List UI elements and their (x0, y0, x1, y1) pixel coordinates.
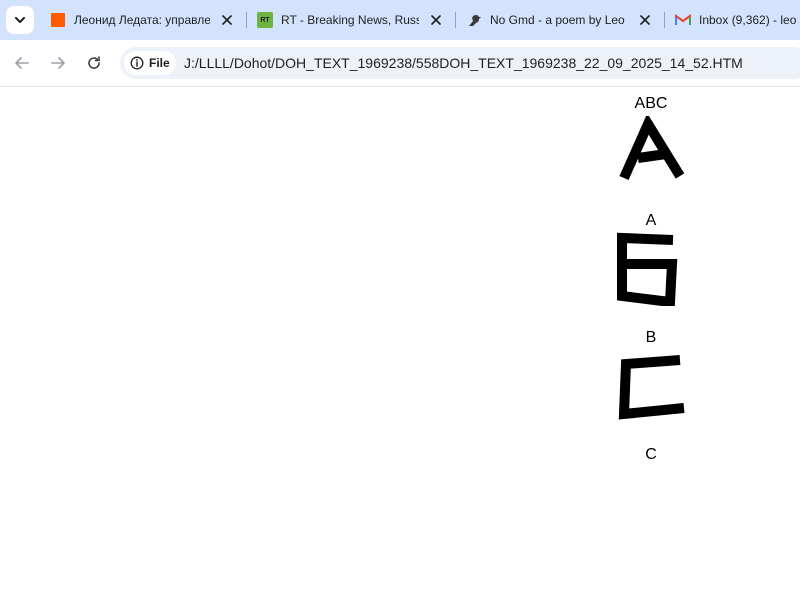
tab-title: No Gmd - a poem by Leo (490, 13, 625, 27)
glyph-label: A (645, 212, 657, 229)
tab-close-button[interactable] (428, 12, 444, 28)
forward-button[interactable] (46, 51, 70, 75)
reload-icon (88, 56, 100, 69)
rt-logo-icon: RT (257, 12, 273, 28)
tab-separator (455, 12, 456, 28)
gmail-icon (675, 12, 691, 28)
tab-inbox[interactable]: Inbox (9,362) - leo (675, 0, 800, 40)
tab-close-button[interactable] (219, 12, 235, 28)
orange-square-icon (50, 12, 66, 28)
tab-search-button[interactable] (6, 6, 34, 34)
tab-title: Леонид Ледата: управлен (74, 13, 210, 27)
tab-poem[interactable]: No Gmd - a poem by Leo (466, 0, 628, 40)
url-text[interactable]: J:/LLLL/Dohot/DOH_TEXT_1969238/558DOH_TE… (184, 55, 743, 71)
arrow-right-icon (51, 57, 65, 69)
arrow-left-icon (15, 57, 29, 69)
reload-button[interactable] (82, 51, 106, 75)
tab-title: Inbox (9,362) - leo (699, 13, 797, 27)
tab-separator (664, 12, 665, 28)
close-icon (431, 15, 441, 25)
chevron-down-icon (15, 17, 25, 23)
tab-title: RT - Breaking News, Russia (281, 13, 419, 27)
tab-strip: Леонид Ледата: управлен RT RT - Breaking… (0, 0, 800, 40)
info-icon (130, 56, 144, 70)
rt-logo-text: RT (260, 16, 270, 24)
glyph-label: C (645, 446, 657, 463)
glyph-b-image (617, 232, 678, 306)
crow-icon (466, 12, 482, 28)
site-info-label: File (149, 56, 170, 70)
tab-separator (246, 12, 247, 28)
tab-close-button[interactable] (637, 12, 653, 28)
glyph-label: B (645, 329, 657, 346)
tab-leonid[interactable]: Леонид Ледата: управлен (50, 0, 210, 40)
site-info-chip[interactable]: File (124, 51, 176, 75)
tab-rt[interactable]: RT RT - Breaking News, Russia (257, 0, 419, 40)
glyph-a-image (619, 116, 685, 181)
close-icon (640, 15, 650, 25)
glyph-c-image (618, 355, 685, 420)
back-button[interactable] (10, 51, 34, 75)
page-heading: ABC (634, 95, 668, 112)
close-icon (222, 15, 232, 25)
